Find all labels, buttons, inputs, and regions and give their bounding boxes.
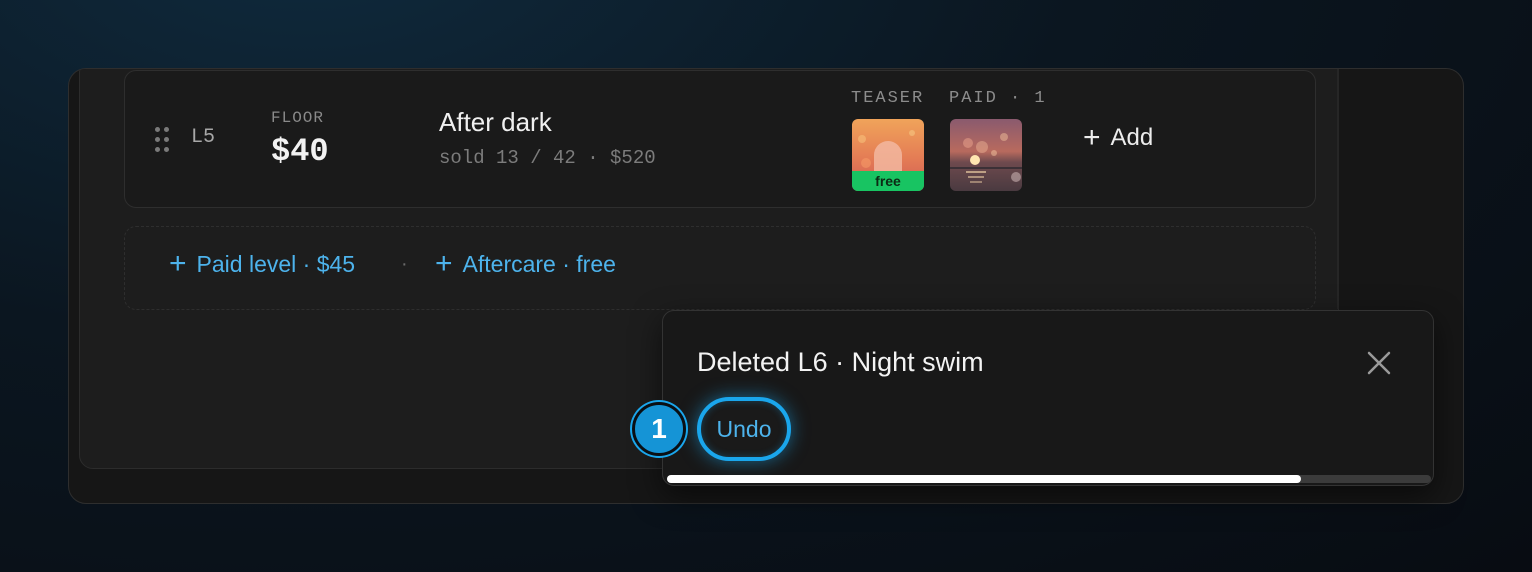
drag-handle-icon[interactable] [155, 127, 169, 153]
floor-label: FLOOR [271, 109, 325, 127]
add-media-button[interactable]: + Add [1083, 121, 1153, 155]
step-number-badge: 1 [632, 402, 686, 456]
free-badge: free [852, 171, 924, 191]
teaser-label: TEASER [851, 89, 925, 108]
level-id: L5 [191, 126, 216, 149]
add-aftercare-label: Aftercare · free [462, 250, 616, 277]
toast-message: Deleted L6 · Night swim [697, 347, 984, 377]
add-paid-level-label: Paid level · $45 [196, 250, 356, 277]
close-icon[interactable] [1365, 349, 1393, 377]
add-paid-level-button[interactable]: + Paid level · $45 [169, 249, 355, 279]
quick-add-row: + Paid level · $45 · + Aftercare · free [124, 226, 1316, 310]
add-label: Add [1110, 124, 1154, 151]
paid-thumbnail[interactable] [950, 119, 1022, 191]
teaser-thumbnail[interactable]: free [852, 119, 924, 191]
sunset-bokeh-icon [950, 133, 1022, 183]
toast-progress-bar [667, 475, 1431, 483]
floor-price[interactable]: $40 [271, 133, 329, 170]
add-aftercare-button[interactable]: + Aftercare · free [435, 249, 616, 279]
toast-progress-fill [667, 475, 1302, 483]
panel-divider [1337, 69, 1339, 309]
undo-toast: Deleted L6 · Night swim Undo [662, 310, 1434, 486]
level-title[interactable]: After dark [439, 107, 552, 138]
level-sales-summary: sold 13 / 42 · $520 [439, 147, 656, 169]
plus-icon: + [435, 247, 453, 280]
plus-icon: + [1083, 121, 1101, 154]
paid-label: PAID · 1 [949, 89, 1047, 108]
plus-icon: + [169, 247, 187, 280]
undo-button[interactable]: Undo [697, 397, 791, 461]
separator-dot: · [401, 253, 408, 275]
level-card[interactable]: L5 FLOOR $40 After dark sold 13 / 42 · $… [124, 70, 1316, 208]
